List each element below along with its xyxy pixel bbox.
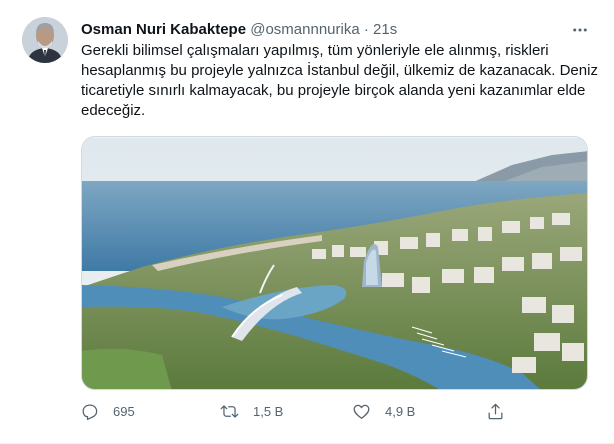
reply-count: 695: [113, 403, 135, 419]
share-icon: [488, 403, 503, 419]
like-button[interactable]: 4,9 B: [352, 399, 415, 423]
author-handle[interactable]: @osmannnurika: [250, 21, 359, 38]
like-count: 4,9 B: [385, 403, 416, 419]
tweet-card[interactable]: Osman Nuri Kabaktepe @osmannnurika · 21s…: [0, 0, 614, 444]
retweet-button[interactable]: 1,5 B: [220, 399, 283, 423]
tweet-time[interactable]: 21s: [373, 21, 397, 38]
tweet-text: Gerekli bilimsel çalışmaları yapılmış, t…: [81, 42, 598, 119]
canal-istanbul-rendering: [82, 137, 587, 389]
reply-icon: [82, 404, 98, 420]
heart-icon: [353, 404, 370, 419]
tweet-header: Osman Nuri Kabaktepe @osmannnurika · 21s: [81, 20, 397, 40]
share-button[interactable]: [486, 399, 505, 423]
tweet-actions: 695 1,5 B 4,9 B: [80, 399, 510, 423]
author-name[interactable]: Osman Nuri Kabaktepe: [81, 21, 246, 38]
tweet-media-image[interactable]: [81, 136, 588, 390]
reply-button[interactable]: 695: [80, 399, 135, 423]
more-options-button[interactable]: [568, 18, 592, 42]
more-dots-icon: [573, 28, 587, 32]
retweet-count: 1,5 B: [253, 403, 284, 419]
avatar-image: [22, 17, 68, 63]
separator-dot: ·: [363, 21, 369, 38]
avatar[interactable]: [22, 17, 68, 63]
retweet-icon: [220, 404, 239, 418]
